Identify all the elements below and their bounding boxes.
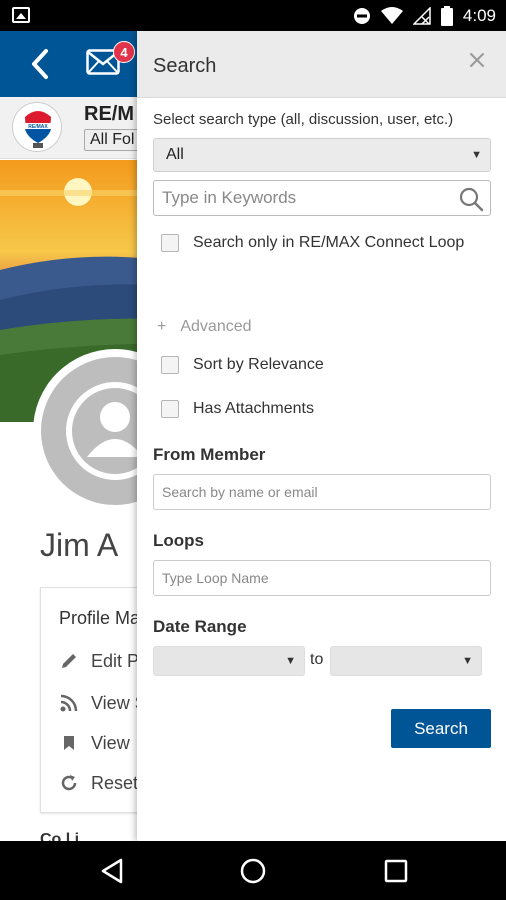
has-attachments-checkbox[interactable]: [161, 400, 179, 418]
mail-badge: 4: [113, 41, 135, 63]
sort-relevance-option[interactable]: Sort by Relevance: [161, 356, 324, 374]
refresh-icon: [61, 775, 77, 791]
only-in-loop-checkbox[interactable]: [161, 234, 179, 252]
signal-off-icon: [412, 6, 431, 25]
keywords-field[interactable]: [153, 180, 491, 216]
search-icon[interactable]: [458, 186, 484, 212]
remax-logo: RE/MAX: [12, 102, 62, 152]
dropdown-caret-icon: ▼: [471, 149, 482, 161]
profile-card-title: Profile Ma: [59, 608, 141, 628]
wifi-icon: [380, 6, 403, 24]
search-panel-header: Search: [137, 31, 506, 98]
only-in-loop-label: Search only in RE/MAX Connect Loop: [193, 234, 465, 251]
search-type-select[interactable]: All ▼: [153, 138, 491, 172]
back-arrow-icon[interactable]: [26, 47, 56, 81]
sort-relevance-label: Sort by Relevance: [193, 356, 324, 373]
has-attachments-option[interactable]: Has Attachments: [161, 400, 314, 418]
navigation-bar: [0, 841, 506, 900]
member-field[interactable]: [153, 474, 491, 510]
has-attachments-label: Has Attachments: [193, 400, 314, 417]
rss-icon: [60, 694, 78, 712]
plus-icon: +: [157, 318, 167, 335]
date-from-select[interactable]: ▼: [153, 646, 305, 676]
from-member-label: From Member: [153, 445, 266, 464]
pencil-icon: [62, 654, 76, 668]
view-subscriptions-link[interactable]: View S: [59, 689, 147, 717]
nav-back-icon[interactable]: [99, 857, 127, 885]
search-type-label: Select search type (all, discussion, use…: [153, 111, 454, 128]
advanced-toggle[interactable]: + Advanced: [157, 318, 252, 336]
reset-label: Reset: [91, 772, 139, 793]
dropdown-caret-icon: ▼: [462, 655, 473, 667]
organization-name: RE/M: [84, 103, 134, 125]
date-to-separator: to: [310, 651, 324, 668]
only-in-loop-option[interactable]: Search only in RE/MAX Connect Loop: [161, 234, 464, 252]
view-bookmarks-label: View: [91, 732, 130, 753]
member-input[interactable]: [154, 475, 490, 509]
image-notification-icon: [12, 7, 30, 23]
search-type-value: All: [166, 146, 184, 163]
search-panel-title: Search: [153, 55, 217, 77]
bookmark-icon: [64, 736, 74, 750]
user-name: Jim A: [40, 527, 119, 563]
svg-text:RE/MAX: RE/MAX: [28, 124, 48, 130]
sort-relevance-checkbox[interactable]: [161, 356, 179, 374]
edit-profile-label: Edit P: [91, 650, 140, 671]
keywords-input[interactable]: [154, 181, 490, 215]
nav-recents-icon[interactable]: [382, 857, 410, 885]
reset-link[interactable]: Reset: [59, 769, 138, 797]
advanced-label: Advanced: [180, 318, 252, 335]
battery-icon: [440, 5, 453, 26]
nav-home-icon[interactable]: [239, 857, 267, 885]
loop-input[interactable]: [154, 561, 490, 595]
dropdown-caret-icon: ▼: [285, 655, 296, 667]
date-to-select[interactable]: ▼: [330, 646, 482, 676]
do-not-disturb-icon: [353, 7, 370, 24]
date-range-label: Date Range: [153, 617, 247, 636]
clock: 4:09: [462, 5, 496, 25]
next-section-heading: Co l i: [40, 831, 80, 841]
close-icon[interactable]: [466, 49, 488, 71]
view-bookmarks-link[interactable]: View: [59, 729, 130, 757]
loops-label: Loops: [153, 531, 204, 550]
edit-profile-link[interactable]: Edit P: [59, 647, 139, 675]
status-bar: 4:09: [0, 0, 506, 31]
search-button[interactable]: Search: [391, 709, 491, 748]
loop-field[interactable]: [153, 560, 491, 596]
search-panel: Search Select search type (all, discussi…: [137, 31, 506, 841]
